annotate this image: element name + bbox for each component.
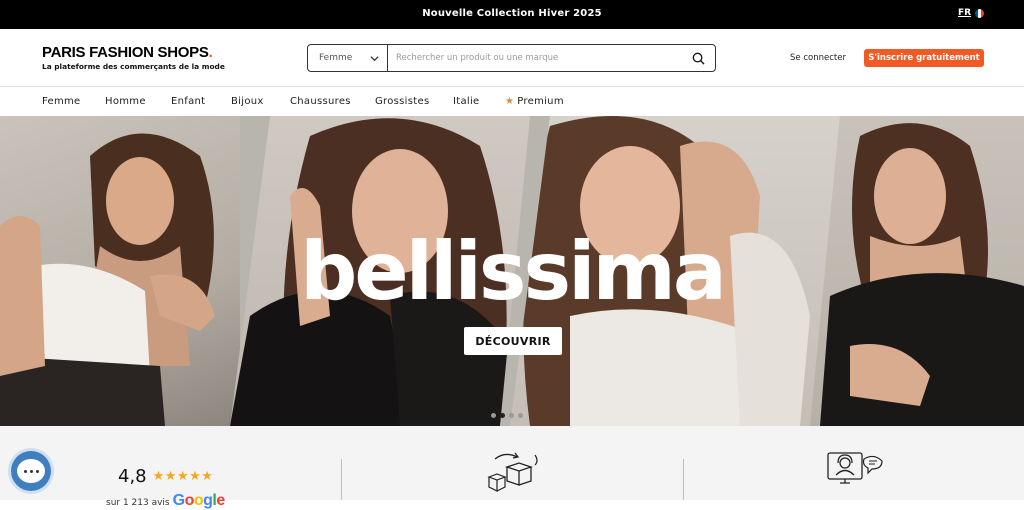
search-input[interactable] xyxy=(388,45,681,71)
login-link[interactable]: Se connecter xyxy=(790,53,846,63)
star-icon: ★ xyxy=(505,96,515,107)
chevron-down-icon xyxy=(370,55,379,61)
carousel-dot-1[interactable] xyxy=(491,413,496,418)
rating-stars-icon: ★★★★★ xyxy=(152,469,214,484)
language-selector[interactable]: FR xyxy=(958,8,985,18)
carousel-dot-3[interactable] xyxy=(509,413,514,418)
carousel-dots xyxy=(491,413,523,418)
nav-item-chaussures[interactable]: Chaussures xyxy=(290,96,351,107)
main-navigation: Femme Homme Enfant Bijoux Chaussures Gro… xyxy=(0,88,1024,116)
promo-text: Nouvelle Collection Hiver 2025 xyxy=(422,8,602,19)
france-flag-icon xyxy=(975,8,985,18)
search-bar: Femme xyxy=(307,44,716,72)
chat-bubble-icon xyxy=(17,459,45,483)
nav-item-femme[interactable]: Femme xyxy=(42,96,81,107)
google-logo: Google xyxy=(172,492,226,509)
logo-dot: . xyxy=(208,44,213,61)
search-category-select[interactable]: Femme xyxy=(308,45,388,71)
hero-banner[interactable]: bellissima DÉCOUVRIR xyxy=(0,116,1024,426)
nav-item-grossistes[interactable]: Grossistes xyxy=(375,96,429,107)
search-icon xyxy=(692,52,705,65)
chat-widget-button[interactable] xyxy=(11,451,51,491)
language-code: FR xyxy=(958,8,972,18)
rating-summary: 4,8 ★★★★★ xyxy=(118,466,213,487)
rating-score: 4,8 xyxy=(118,466,147,487)
site-logo[interactable]: PARIS FASHION SHOPS. La plateforme des c… xyxy=(42,44,225,72)
logo-name: PARIS FASHION SHOPS xyxy=(42,44,209,61)
nav-item-enfant[interactable]: Enfant xyxy=(171,96,205,107)
carousel-dot-4[interactable] xyxy=(518,413,523,418)
section-divider-2 xyxy=(683,459,684,500)
signup-button[interactable]: S'inscrire gratuitement xyxy=(864,49,984,67)
search-category-value: Femme xyxy=(319,53,353,63)
nav-item-premium-label: Premium xyxy=(517,96,564,107)
nav-item-italie[interactable]: Italie xyxy=(453,96,480,107)
delivery-boxes-icon xyxy=(485,451,541,497)
nav-item-homme[interactable]: Homme xyxy=(105,96,146,107)
site-header: PARIS FASHION SHOPS. La plateforme des c… xyxy=(0,29,1024,87)
search-button[interactable] xyxy=(681,45,715,71)
section-divider xyxy=(341,459,342,500)
reviews-count[interactable]: sur 1 213 avis Google xyxy=(106,492,225,510)
hero-title: bellissima xyxy=(300,225,727,318)
carousel-dot-2[interactable] xyxy=(500,413,505,418)
top-announcement-bar: Nouvelle Collection Hiver 2025 FR xyxy=(0,0,1024,29)
nav-item-premium[interactable]: ★ Premium xyxy=(505,96,564,107)
nav-item-bijoux[interactable]: Bijoux xyxy=(231,96,264,107)
customer-support-icon xyxy=(826,451,884,495)
trust-section: 4,8 ★★★★★ sur 1 213 avis Google xyxy=(0,426,1024,509)
discover-button[interactable]: DÉCOUVRIR xyxy=(464,327,562,355)
logo-tagline: La plateforme des commerçants de la mode xyxy=(42,62,225,71)
